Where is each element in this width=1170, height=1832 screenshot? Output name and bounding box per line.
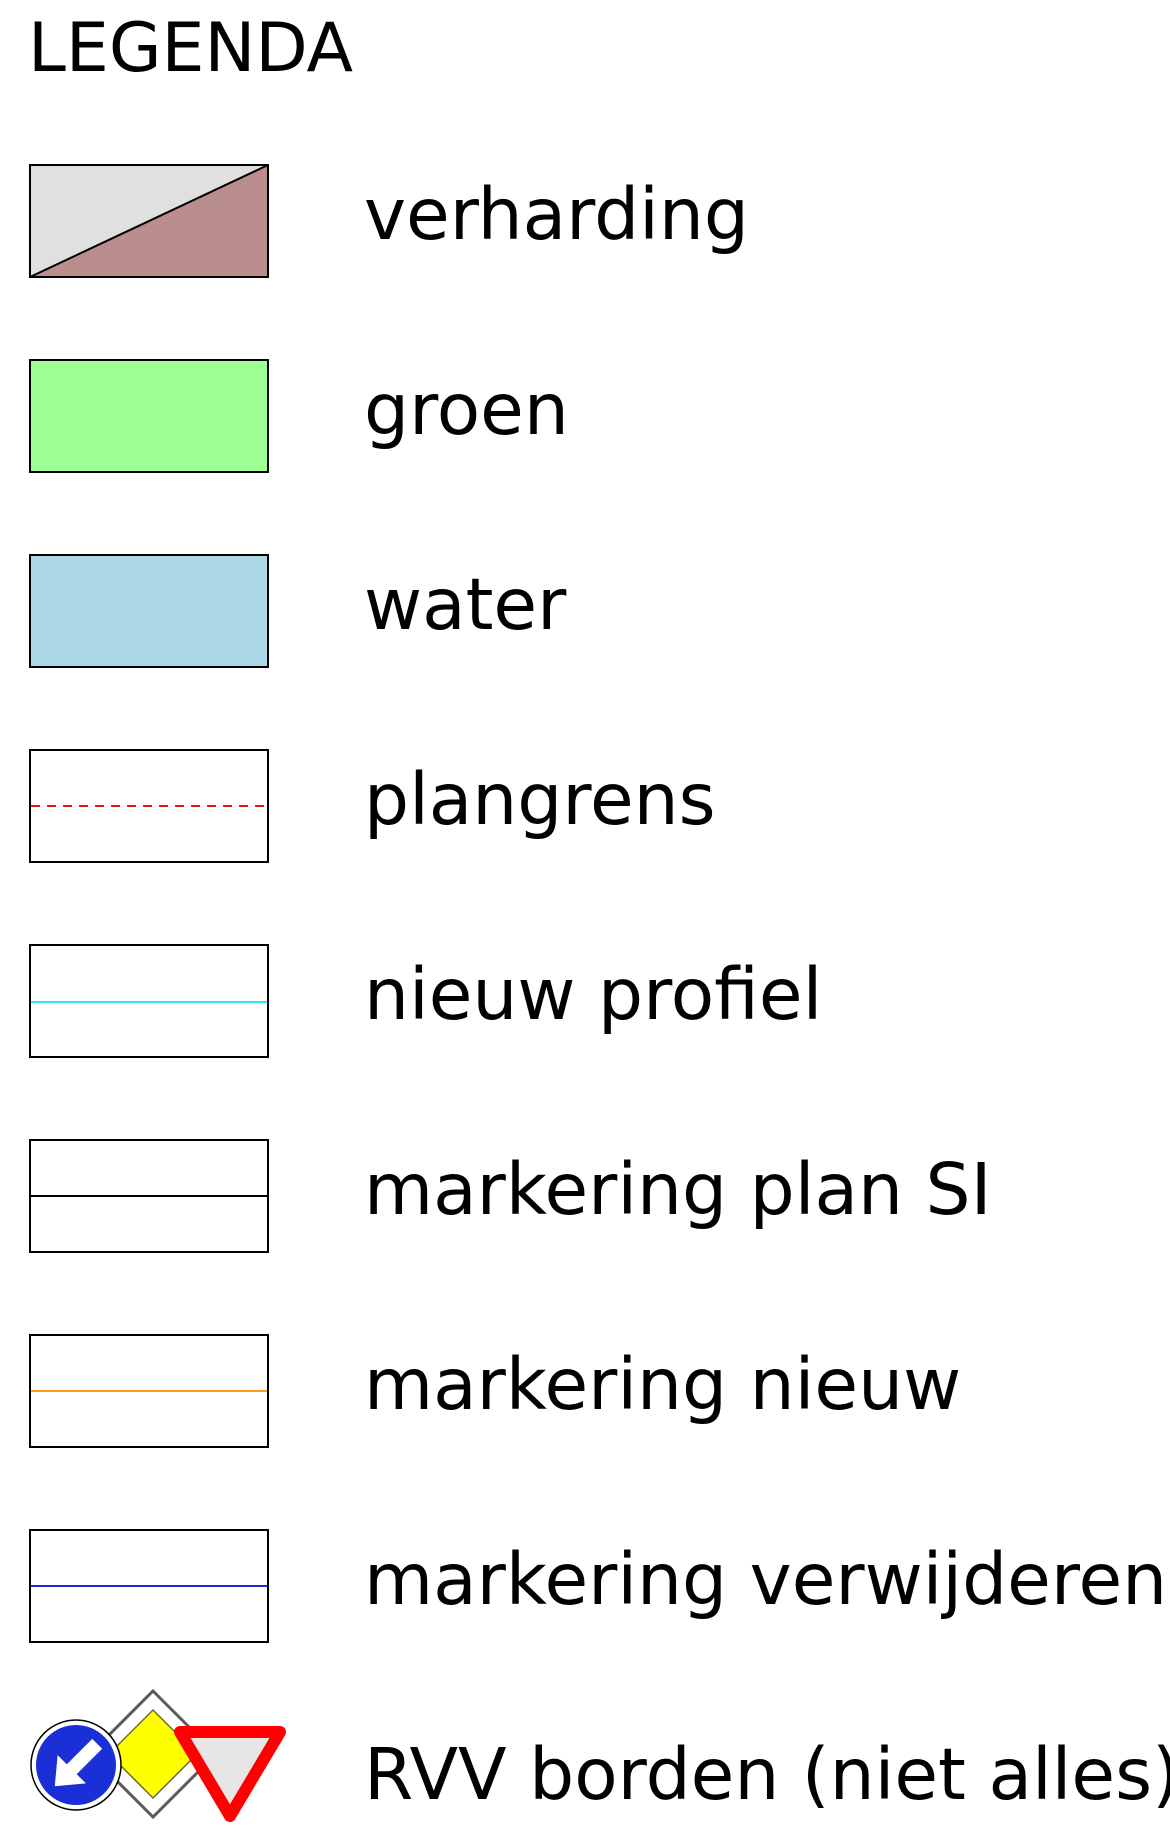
groen-swatch [29, 359, 269, 473]
legend-item-markering-verwijderen: markering verwijderen [0, 1525, 1170, 1645]
legend-label-markering-plan-si: markering plan SI [364, 1148, 992, 1231]
plangrens-swatch [29, 749, 269, 863]
legend-item-verharding: verharding [0, 160, 1170, 280]
rvv-signs-group [28, 1688, 288, 1828]
keep-right-sign-icon [30, 1719, 122, 1811]
legend-item-plangrens: plangrens [0, 745, 1170, 865]
legend-label-markering-verwijderen: markering verwijderen [364, 1538, 1168, 1621]
legend-label-water: water [364, 563, 567, 646]
legend-label-groen: groen [364, 368, 569, 451]
markering-plan-si-swatch [29, 1139, 269, 1253]
legend-item-nieuw-profiel: nieuw profiel [0, 940, 1170, 1060]
legend-item-markering-plan-si: markering plan SI [0, 1135, 1170, 1255]
legend-label-markering-nieuw: markering nieuw [364, 1343, 962, 1426]
markering-nieuw-swatch [29, 1334, 269, 1448]
legend-label-plangrens: plangrens [364, 758, 716, 841]
legend-item-water: water [0, 550, 1170, 670]
legend-label-verharding: verharding [364, 173, 749, 256]
water-swatch [29, 554, 269, 668]
legend-item-markering-nieuw: markering nieuw [0, 1330, 1170, 1450]
legend-label-rvv-borden: RVV borden (niet alles) [364, 1733, 1170, 1816]
legend-label-nieuw-profiel: nieuw profiel [364, 953, 823, 1036]
nieuw-profiel-swatch [29, 944, 269, 1058]
markering-verwijderen-swatch [29, 1529, 269, 1643]
verharding-swatch [29, 164, 269, 278]
legend-title: LEGENDA [28, 9, 354, 88]
legend-item-groen: groen [0, 355, 1170, 475]
